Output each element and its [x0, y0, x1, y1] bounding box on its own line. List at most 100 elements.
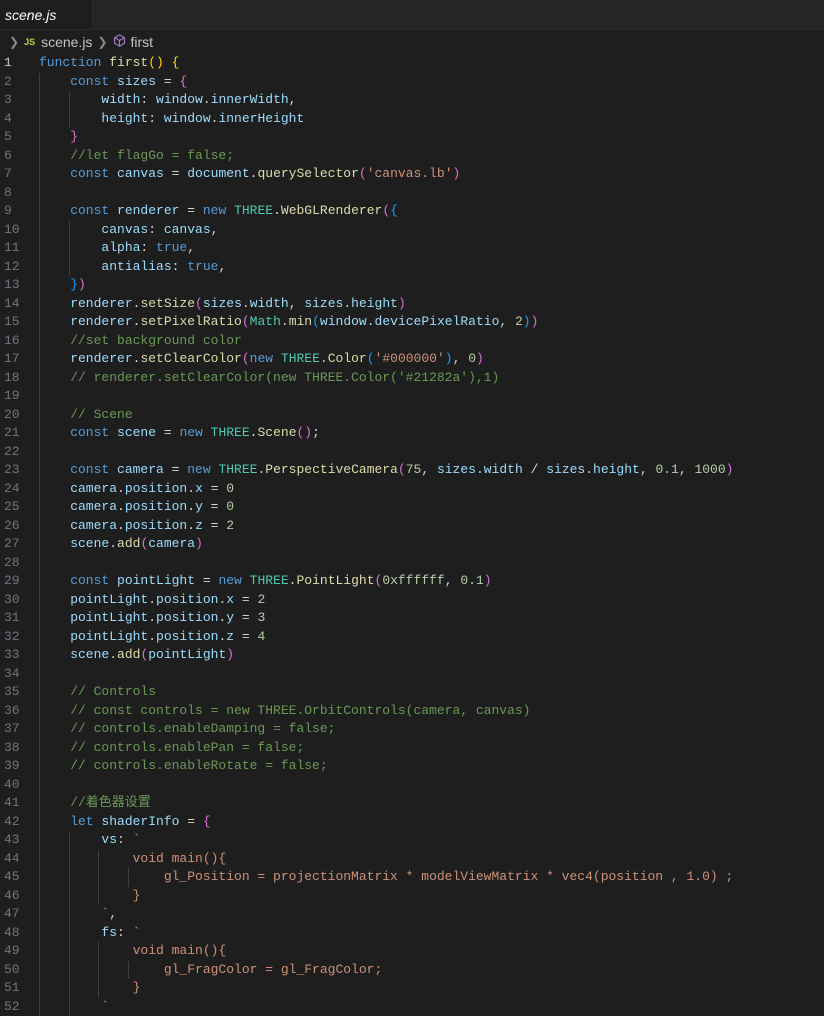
code-line[interactable]: 15 renderer.setPixelRatio(Math.min(windo… — [0, 313, 824, 332]
code-line[interactable]: 14 renderer.setSize(sizes.width, sizes.h… — [0, 295, 824, 314]
line-number: 20 — [0, 406, 28, 425]
code-line[interactable]: 32 pointLight.position.z = 4 — [0, 628, 824, 647]
code-text: canvas: canvas, — [39, 221, 218, 240]
indent-guide — [39, 776, 40, 795]
code-line[interactable]: 3 width: window.innerWidth, — [0, 91, 824, 110]
code-text: renderer.setSize(sizes.width, sizes.heig… — [39, 295, 406, 314]
code-line[interactable]: 34 — [0, 665, 824, 684]
code-line[interactable]: 10 canvas: canvas, — [0, 221, 824, 240]
code-editor[interactable]: 1function first() {2 const sizes = {3 wi… — [0, 54, 824, 1016]
code-line[interactable]: 49 void main(){ — [0, 942, 824, 961]
code-line[interactable]: 26 camera.position.z = 2 — [0, 517, 824, 536]
breadcrumb-symbol[interactable]: first — [131, 34, 154, 50]
code-line[interactable]: 27 scene.add(camera) — [0, 535, 824, 554]
line-number: 39 — [0, 757, 28, 776]
line-number: 7 — [0, 165, 28, 184]
code-line[interactable]: 48 fs: ` — [0, 924, 824, 943]
line-number: 35 — [0, 683, 28, 702]
code-text: alpha: true, — [39, 239, 195, 258]
code-line[interactable]: 23 const camera = new THREE.PerspectiveC… — [0, 461, 824, 480]
line-number: 12 — [0, 258, 28, 277]
code-line[interactable]: 22 — [0, 443, 824, 462]
code-line[interactable]: 6 //let flagGo = false; — [0, 147, 824, 166]
line-number: 31 — [0, 609, 28, 628]
code-line[interactable]: 42 let shaderInfo = { — [0, 813, 824, 832]
code-line[interactable]: 29 const pointLight = new THREE.PointLig… — [0, 572, 824, 591]
code-line[interactable]: 38 // controls.enablePan = false; — [0, 739, 824, 758]
code-line[interactable]: 1function first() { — [0, 54, 824, 73]
code-text: } — [39, 128, 78, 147]
chevron-right-icon: ❯ — [97, 35, 107, 49]
code-line[interactable]: 40 — [0, 776, 824, 795]
code-line[interactable]: 5 } — [0, 128, 824, 147]
line-number: 41 — [0, 794, 28, 813]
line-number: 50 — [0, 961, 28, 980]
code-line[interactable]: 37 // controls.enableDamping = false; — [0, 720, 824, 739]
code-line[interactable]: 13 }) — [0, 276, 824, 295]
chevron-right-icon[interactable]: ❯ — [9, 35, 19, 49]
code-line[interactable]: 8 — [0, 184, 824, 203]
code-line[interactable]: 39 // controls.enableRotate = false; — [0, 757, 824, 776]
line-number: 34 — [0, 665, 28, 684]
code-line[interactable]: 33 scene.add(pointLight) — [0, 646, 824, 665]
code-line[interactable]: 11 alpha: true, — [0, 239, 824, 258]
code-line[interactable]: 28 — [0, 554, 824, 573]
line-number: 18 — [0, 369, 28, 388]
code-text: width: window.innerWidth, — [39, 91, 296, 110]
line-number: 16 — [0, 332, 28, 351]
line-number: 36 — [0, 702, 28, 721]
code-line[interactable]: 19 — [0, 387, 824, 406]
code-line[interactable]: 17 renderer.setClearColor(new THREE.Colo… — [0, 350, 824, 369]
code-line[interactable]: 18 // renderer.setClearColor(new THREE.C… — [0, 369, 824, 388]
code-line[interactable]: 45 gl_Position = projectionMatrix * mode… — [0, 868, 824, 887]
code-line[interactable]: 20 // Scene — [0, 406, 824, 425]
code-line[interactable]: 4 height: window.innerHeight — [0, 110, 824, 129]
line-number: 9 — [0, 202, 28, 221]
code-line[interactable]: 12 antialias: true, — [0, 258, 824, 277]
line-number: 29 — [0, 572, 28, 591]
code-line[interactable]: 16 //set background color — [0, 332, 824, 351]
breadcrumb: ❯ JS scene.js ❯ first — [0, 30, 824, 54]
code-text: pointLight.position.y = 3 — [39, 609, 265, 628]
code-line[interactable]: 24 camera.position.x = 0 — [0, 480, 824, 499]
line-number: 15 — [0, 313, 28, 332]
code-line[interactable]: 44 void main(){ — [0, 850, 824, 869]
tab-bar: scene.js — [0, 0, 824, 30]
code-text: //let flagGo = false; — [39, 147, 234, 166]
line-number: 51 — [0, 979, 28, 998]
code-text: const sizes = { — [39, 73, 187, 92]
code-text: const canvas = document.querySelector('c… — [39, 165, 460, 184]
line-number: 48 — [0, 924, 28, 943]
code-line[interactable]: 43 vs: ` — [0, 831, 824, 850]
code-line[interactable]: 2 const sizes = { — [0, 73, 824, 92]
code-line[interactable]: 51 } — [0, 979, 824, 998]
code-line[interactable]: 30 pointLight.position.x = 2 — [0, 591, 824, 610]
line-number: 14 — [0, 295, 28, 314]
code-line[interactable]: 50 gl_FragColor = gl_FragColor; — [0, 961, 824, 980]
code-line[interactable]: 31 pointLight.position.y = 3 — [0, 609, 824, 628]
code-line[interactable]: 36 // const controls = new THREE.OrbitCo… — [0, 702, 824, 721]
line-number: 4 — [0, 110, 28, 129]
code-line[interactable]: 25 camera.position.y = 0 — [0, 498, 824, 517]
code-line[interactable]: 7 const canvas = document.querySelector(… — [0, 165, 824, 184]
breadcrumb-file[interactable]: scene.js — [41, 34, 92, 50]
line-number: 32 — [0, 628, 28, 647]
line-number: 27 — [0, 535, 28, 554]
code-text: // renderer.setClearColor(new THREE.Colo… — [39, 369, 499, 388]
code-text: // const controls = new THREE.OrbitContr… — [39, 702, 530, 721]
code-line[interactable]: 46 } — [0, 887, 824, 906]
code-line[interactable]: 21 const scene = new THREE.Scene(); — [0, 424, 824, 443]
code-text: // Scene — [39, 406, 133, 425]
code-line[interactable]: 9 const renderer = new THREE.WebGLRender… — [0, 202, 824, 221]
line-number: 17 — [0, 350, 28, 369]
code-text: // controls.enablePan = false; — [39, 739, 304, 758]
code-line[interactable]: 52 ` — [0, 998, 824, 1016]
code-text: }) — [39, 276, 86, 295]
indent-guide — [39, 184, 40, 203]
code-line[interactable]: 47 `, — [0, 905, 824, 924]
code-text: antialias: true, — [39, 258, 226, 277]
code-line[interactable]: 41 //着色器设置 — [0, 794, 824, 813]
line-number: 44 — [0, 850, 28, 869]
tab-scene-js[interactable]: scene.js — [0, 0, 93, 29]
code-line[interactable]: 35 // Controls — [0, 683, 824, 702]
